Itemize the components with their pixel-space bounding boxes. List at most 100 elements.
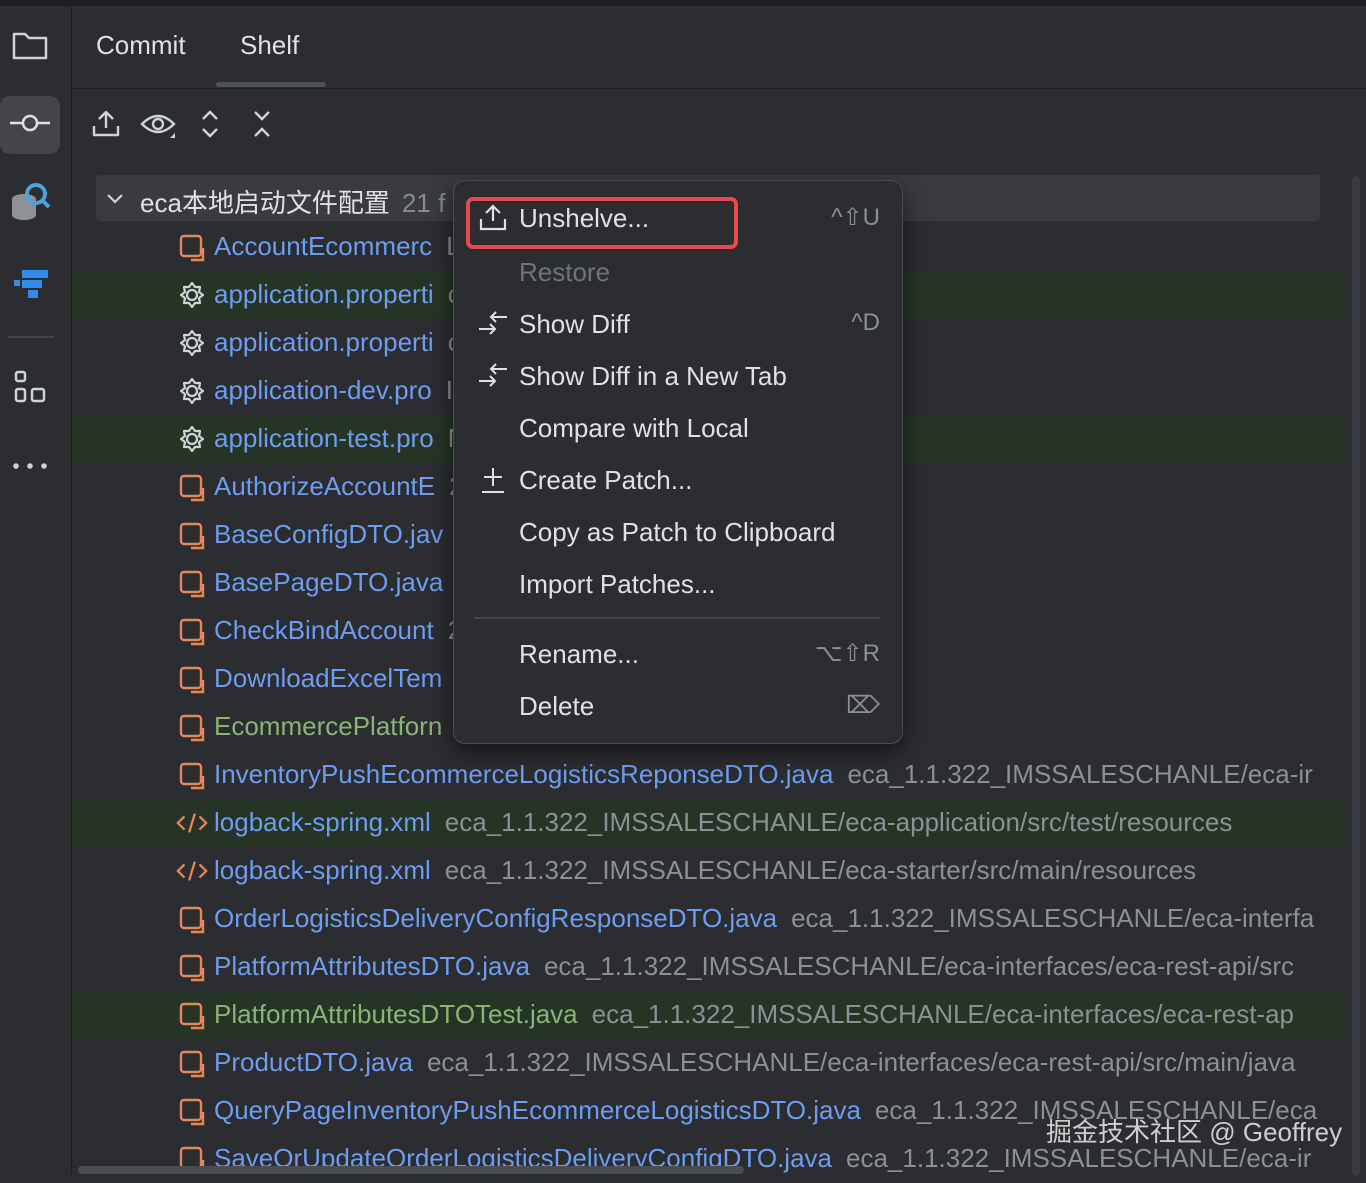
file-name: BasePageDTO.java <box>214 567 444 597</box>
vertical-scrollbar[interactable] <box>1352 176 1360 1176</box>
expand-all-button[interactable] <box>190 106 230 146</box>
properties-icon <box>176 279 208 311</box>
menu-item-show-diff[interactable]: Show Diff ^D <box>454 297 902 349</box>
file-entry: ProductDTO.java eca_1.1.322_IMSSALESCHANL… <box>214 1047 1295 1078</box>
folder-icon <box>11 29 49 66</box>
menu-item-label: Compare with Local <box>519 413 749 443</box>
commit-icon <box>8 111 52 140</box>
menu-item-label: Restore <box>519 257 611 287</box>
structure-button[interactable] <box>0 360 60 418</box>
java-class-icon <box>176 1095 208 1127</box>
menu-item-label: Rename... <box>519 639 639 669</box>
file-name: BaseConfigDTO.jav <box>214 519 444 549</box>
collapse-all-button[interactable] <box>242 106 282 146</box>
chevron-down-icon[interactable] <box>104 187 126 214</box>
shelf-toolbar <box>72 106 372 146</box>
java-class-icon <box>176 759 208 791</box>
file-name: logback-spring.xml <box>214 855 431 885</box>
file-name: CheckBindAccount <box>214 615 434 645</box>
file-row[interactable]: logback-spring.xml eca_1.1.322_IMSSALESCH… <box>72 847 1346 895</box>
file-row[interactable]: PlatformAttributesDTOTest.java eca_1.1.32… <box>72 991 1346 1039</box>
file-name: application.properti <box>214 279 434 309</box>
menu-item-label: Delete <box>519 691 595 721</box>
unshelve-toolbar-button[interactable] <box>86 106 126 146</box>
file-row[interactable]: PlatformAttributesDTO.java eca_1.1.322_IM… <box>72 943 1346 991</box>
file-path: eca_1.1.322_IMSSALESCHANLE/eca-interface… <box>591 999 1295 1029</box>
shelf-group-title: eca本地启动文件配置 21 f <box>140 183 445 220</box>
preview-icon <box>139 108 177 145</box>
file-name: AccountEcommerc <box>214 231 433 261</box>
database-search-button[interactable] <box>0 174 60 232</box>
delete-key-icon: ⌦ <box>846 692 880 719</box>
unshelve-icon <box>90 108 122 145</box>
tab-commit[interactable]: Commit <box>96 30 186 61</box>
menu-separator <box>474 617 880 619</box>
java-class-icon <box>176 903 208 935</box>
menu-item-rename[interactable]: Rename... ⌥⇧R <box>454 627 902 679</box>
xml-icon <box>176 807 208 839</box>
menu-item-label: Unshelve... <box>519 203 650 233</box>
file-entry: InventoryPushEcommerceLogisticsReponseDT… <box>214 759 1313 790</box>
diff-icon <box>476 361 510 391</box>
menu-item-compare-with-local[interactable]: Compare with Local <box>454 401 902 453</box>
menu-item-show-diff-new-tab[interactable]: Show Diff in a New Tab <box>454 349 902 401</box>
file-row[interactable]: ProductDTO.java eca_1.1.322_IMSSALESCHANL… <box>72 1039 1346 1087</box>
file-name: logback-spring.xml <box>214 807 431 837</box>
tool-window-sidebar <box>0 6 72 1174</box>
file-path: eca_1.1.322_IMSSALESCHANLE/eca-interfa <box>791 903 1315 933</box>
file-entry: logback-spring.xml eca_1.1.322_IMSSALESCH… <box>214 807 1232 838</box>
properties-icon <box>176 327 208 359</box>
file-name: OrderLogisticsDeliveryConfigResponseDTO.… <box>214 903 778 933</box>
structure-icon <box>12 369 48 410</box>
tab-shelf[interactable]: Shelf <box>240 30 299 61</box>
menu-item-copy-as-patch[interactable]: Copy as Patch to Clipboard <box>454 505 902 557</box>
horizontal-scrollbar[interactable] <box>78 1166 744 1174</box>
file-name: AuthorizeAccountE <box>214 471 436 501</box>
create-patch-icon <box>476 465 510 495</box>
menu-item-shortcut: ⌥⇧R <box>814 640 880 667</box>
tab-bar: Commit Shelf <box>72 6 1366 89</box>
file-name: ProductDTO.java <box>214 1047 413 1077</box>
java-class-icon <box>176 951 208 983</box>
java-class-icon <box>176 999 208 1031</box>
properties-icon <box>176 375 208 407</box>
file-name: application-dev.pro <box>214 375 432 405</box>
menu-item-label: Copy as Patch to Clipboard <box>519 517 836 547</box>
file-name: application-test.pro <box>214 423 434 453</box>
menu-item-create-patch[interactable]: Create Patch... <box>454 453 902 505</box>
preview-toolbar-button[interactable] <box>138 106 178 146</box>
watermark: 掘金技术社区 @ Geoffrey <box>1046 1117 1343 1147</box>
commit-tool-button[interactable] <box>0 96 60 154</box>
file-path: eca_1.1.322_IMSSALESCHANLE/eca-applicati… <box>444 807 1233 837</box>
file-name: InventoryPushEcommerceLogisticsReponseDT… <box>214 759 834 789</box>
properties-icon <box>176 423 208 455</box>
file-name: QueryPageInventoryPushEcommerceLogistics… <box>214 1095 861 1125</box>
expand-all-icon <box>198 108 222 145</box>
file-row[interactable]: logback-spring.xml eca_1.1.322_IMSSALESCH… <box>72 799 1346 847</box>
file-path: eca_1.1.322_IMSSALESCHANLE/eca-interface… <box>426 1047 1296 1077</box>
file-name: EcommercePlatforn <box>214 711 443 741</box>
menu-item-import-patches[interactable]: Import Patches... <box>454 557 902 609</box>
diff-icon <box>476 309 510 339</box>
file-entry: PlatformAttributesDTOTest.java eca_1.1.32… <box>214 999 1294 1030</box>
java-class-icon <box>176 567 208 599</box>
collapse-all-icon <box>250 108 274 145</box>
file-entry: OrderLogisticsDeliveryConfigResponseDTO.… <box>214 903 1314 934</box>
plugin-tool-button[interactable] <box>0 256 60 314</box>
file-row[interactable]: OrderLogisticsDeliveryConfigResponseDTO.… <box>72 895 1346 943</box>
menu-item-unshelve[interactable]: Unshelve... ^⇧U <box>454 191 902 249</box>
menu-item-restore: Restore <box>454 245 902 297</box>
java-class-icon <box>176 1047 208 1079</box>
file-count: 21 f <box>401 188 446 218</box>
java-class-icon <box>176 231 208 263</box>
project-button[interactable] <box>0 18 60 76</box>
java-class-icon <box>176 519 208 551</box>
java-class-icon <box>176 471 208 503</box>
menu-item-label: Import Patches... <box>519 569 716 599</box>
menu-item-delete[interactable]: Delete ⌦ <box>454 679 902 731</box>
more-tools-button[interactable] <box>0 438 60 496</box>
file-row[interactable]: InventoryPushEcommerceLogisticsReponseDT… <box>72 751 1346 799</box>
database-search-icon <box>8 179 52 228</box>
file-name: DownloadExcelTem <box>214 663 443 693</box>
menu-item-shortcut: ^D <box>851 309 880 336</box>
